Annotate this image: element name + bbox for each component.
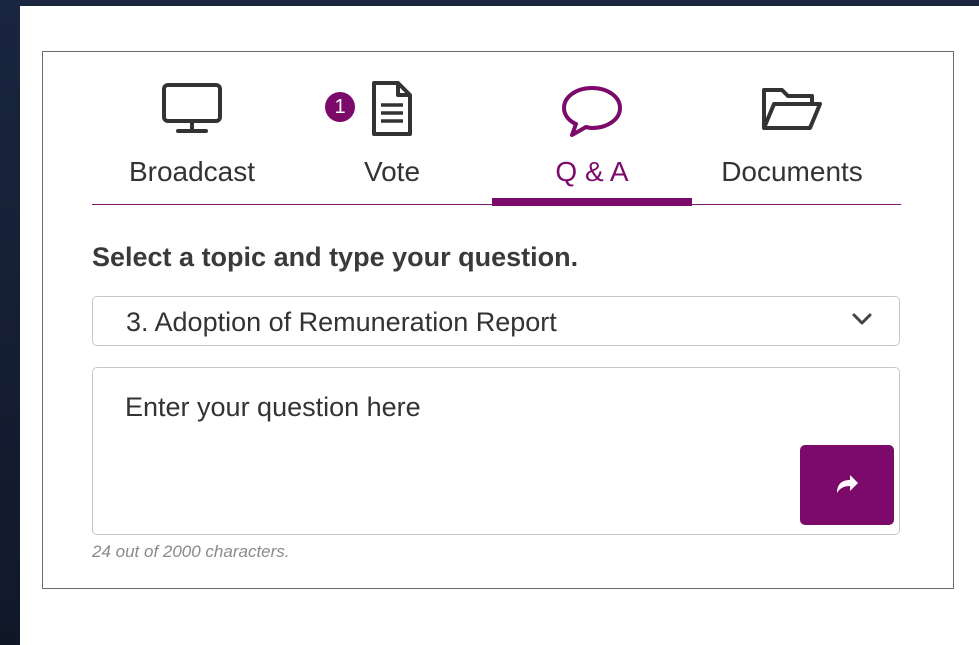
character-counter: 24 out of 2000 characters.: [92, 542, 290, 561]
speech-bubble-icon: [560, 80, 624, 140]
tab-broadcast[interactable]: Broadcast: [92, 52, 292, 204]
tab-vote[interactable]: 1 Vote: [292, 52, 492, 204]
vote-count-badge: 1: [325, 92, 355, 122]
question-placeholder: Enter your question here: [125, 392, 421, 422]
qa-instructions: Select a topic and type your question.: [92, 242, 579, 272]
meeting-panel: Broadcast 1 Vote Q & A Documents Select …: [42, 51, 954, 589]
tab-documents[interactable]: Documents: [692, 52, 892, 204]
tab-vote-label: Vote: [363, 156, 421, 187]
topic-select[interactable]: 3. Adoption of Remuneration Report: [92, 296, 900, 346]
tab-documents-label: Documents: [721, 156, 863, 187]
chevron-down-icon: [851, 311, 873, 327]
document-icon: [360, 80, 424, 140]
share-arrow-icon: [837, 475, 858, 493]
folder-open-icon: [760, 80, 824, 140]
question-input[interactable]: Enter your question here: [92, 367, 900, 535]
topic-selected-value: 3. Adoption of Remuneration Report: [126, 307, 557, 337]
tab-qa[interactable]: Q & A: [492, 52, 692, 206]
submit-question-button[interactable]: [800, 445, 894, 525]
monitor-icon: [160, 80, 224, 140]
tab-broadcast-label: Broadcast: [128, 156, 256, 187]
tab-bar: Broadcast 1 Vote Q & A Documents: [92, 52, 901, 206]
page: Broadcast 1 Vote Q & A Documents Select …: [20, 6, 979, 645]
tab-qa-label: Q & A: [555, 156, 629, 187]
